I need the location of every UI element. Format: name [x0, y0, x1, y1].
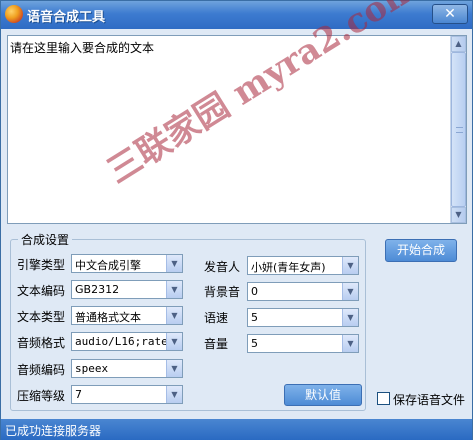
audio-codec-select[interactable]: speex ▼ [71, 359, 183, 378]
background-sound-select[interactable]: 0 ▼ [247, 282, 359, 301]
speed-value: 5 [251, 311, 258, 324]
status-bar: 已成功连接服务器 [1, 419, 472, 440]
save-audio-label[interactable]: 保存语音文件 [393, 391, 465, 408]
chevron-down-icon[interactable]: ▼ [342, 257, 358, 274]
chevron-down-icon[interactable]: ▼ [342, 309, 358, 326]
compress-level-select[interactable]: 7 ▼ [71, 385, 183, 404]
engine-type-select[interactable]: 中文合成引擎 ▼ [71, 254, 183, 273]
text-encoding-value: GB2312 [75, 283, 120, 296]
scroll-grip-icon [456, 127, 463, 133]
audio-format-value: audio/L16;rate= [75, 335, 166, 348]
volume-label: 音量 [204, 337, 229, 351]
background-sound-value: 0 [251, 285, 258, 298]
vertical-scrollbar[interactable]: ▲ ▼ [450, 36, 466, 223]
speaker-select[interactable]: 小妍(青年女声) ▼ [247, 256, 359, 275]
background-sound-label: 背景音 [204, 285, 241, 299]
main-window: 语音合成工具 ✕ 请在这里输入要合成的文本 ▲ ▼ 合成设置 引擎类型 中文合成… [0, 0, 473, 440]
synthesis-text: 请在这里输入要合成的文本 [10, 41, 155, 55]
volume-select[interactable]: 5 ▼ [247, 334, 359, 353]
compress-level-label: 压缩等级 [17, 389, 66, 403]
volume-value: 5 [251, 337, 258, 350]
status-text: 已成功连接服务器 [5, 424, 102, 438]
save-audio-checkbox[interactable] [377, 392, 390, 405]
scroll-thumb[interactable] [451, 52, 466, 207]
settings-group-title: 合成设置 [18, 231, 73, 248]
chevron-down-icon[interactable]: ▼ [166, 333, 182, 350]
text-encoding-select[interactable]: GB2312 ▼ [71, 280, 183, 299]
window-title: 语音合成工具 [27, 10, 106, 25]
close-button[interactable]: ✕ [432, 4, 468, 24]
speed-select[interactable]: 5 ▼ [247, 308, 359, 327]
scroll-up-arrow-icon[interactable]: ▲ [451, 36, 466, 52]
start-synthesis-button[interactable]: 开始合成 [385, 239, 457, 262]
chevron-down-icon[interactable]: ▼ [166, 386, 182, 403]
speed-label: 语速 [204, 311, 229, 325]
audio-format-select[interactable]: audio/L16;rate= ▼ [71, 332, 183, 351]
engine-type-value: 中文合成引擎 [75, 259, 141, 272]
text-encoding-label: 文本编码 [17, 284, 66, 298]
speaker-value: 小妍(青年女声) [251, 261, 326, 274]
audio-format-label: 音频格式 [17, 336, 66, 350]
chevron-down-icon[interactable]: ▼ [166, 307, 182, 324]
scroll-down-arrow-icon[interactable]: ▼ [451, 207, 466, 223]
text-type-label: 文本类型 [17, 310, 66, 324]
chevron-down-icon[interactable]: ▼ [166, 281, 182, 298]
text-type-select[interactable]: 普通格式文本 ▼ [71, 306, 183, 325]
default-values-button[interactable]: 默认值 [284, 384, 362, 406]
audio-codec-value: speex [75, 362, 109, 375]
chevron-down-icon[interactable]: ▼ [342, 335, 358, 352]
chevron-down-icon[interactable]: ▼ [342, 283, 358, 300]
chevron-down-icon[interactable]: ▼ [166, 255, 182, 272]
compress-level-value: 7 [75, 388, 82, 401]
app-logo-icon [5, 5, 23, 23]
chevron-down-icon[interactable]: ▼ [166, 360, 182, 377]
audio-codec-label: 音频编码 [17, 363, 66, 377]
speaker-label: 发音人 [204, 260, 241, 274]
text-type-value: 普通格式文本 [75, 311, 141, 324]
engine-type-label: 引擎类型 [17, 258, 66, 272]
